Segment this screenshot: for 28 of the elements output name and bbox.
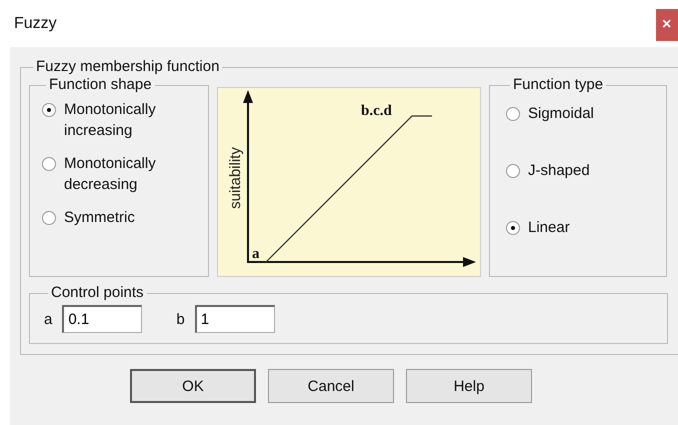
radio-button[interactable] bbox=[506, 221, 520, 235]
radio-label[interactable]: Monotonically increasing bbox=[64, 99, 174, 141]
radio-button[interactable] bbox=[42, 157, 56, 171]
radio-label[interactable]: J-shaped bbox=[528, 160, 638, 181]
input-field[interactable]: 0.1 bbox=[62, 305, 142, 333]
window-title: Fuzzy bbox=[14, 14, 57, 32]
input-field[interactable]: 1 bbox=[194, 305, 275, 333]
radio-label[interactable]: Sigmoidal bbox=[528, 103, 638, 124]
group-title: Control points bbox=[50, 285, 145, 301]
radio-button[interactable] bbox=[42, 211, 56, 225]
field-label: a bbox=[44, 310, 52, 328]
radio-label[interactable]: Symmetric bbox=[64, 207, 174, 228]
radio-button[interactable] bbox=[506, 164, 520, 178]
group-title: Function shape bbox=[48, 77, 153, 93]
dialog-button[interactable]: OK bbox=[130, 369, 256, 403]
dialog-button[interactable]: Cancel bbox=[268, 369, 394, 403]
axis-label: suitability bbox=[227, 147, 244, 209]
close-button[interactable]: × bbox=[656, 9, 678, 41]
radio-button[interactable] bbox=[506, 107, 520, 121]
group-title: Function type bbox=[512, 77, 604, 93]
group-title: Fuzzy membership function bbox=[35, 59, 220, 75]
point-label: b.c.d bbox=[361, 103, 392, 119]
field-label: b bbox=[176, 310, 185, 328]
radio-label[interactable]: Linear bbox=[528, 217, 638, 238]
dialog-button[interactable]: Help bbox=[406, 369, 532, 403]
radio-label[interactable]: Monotonically decreasing bbox=[64, 153, 174, 195]
point-label: a bbox=[252, 246, 260, 262]
radio-button[interactable] bbox=[42, 103, 56, 117]
